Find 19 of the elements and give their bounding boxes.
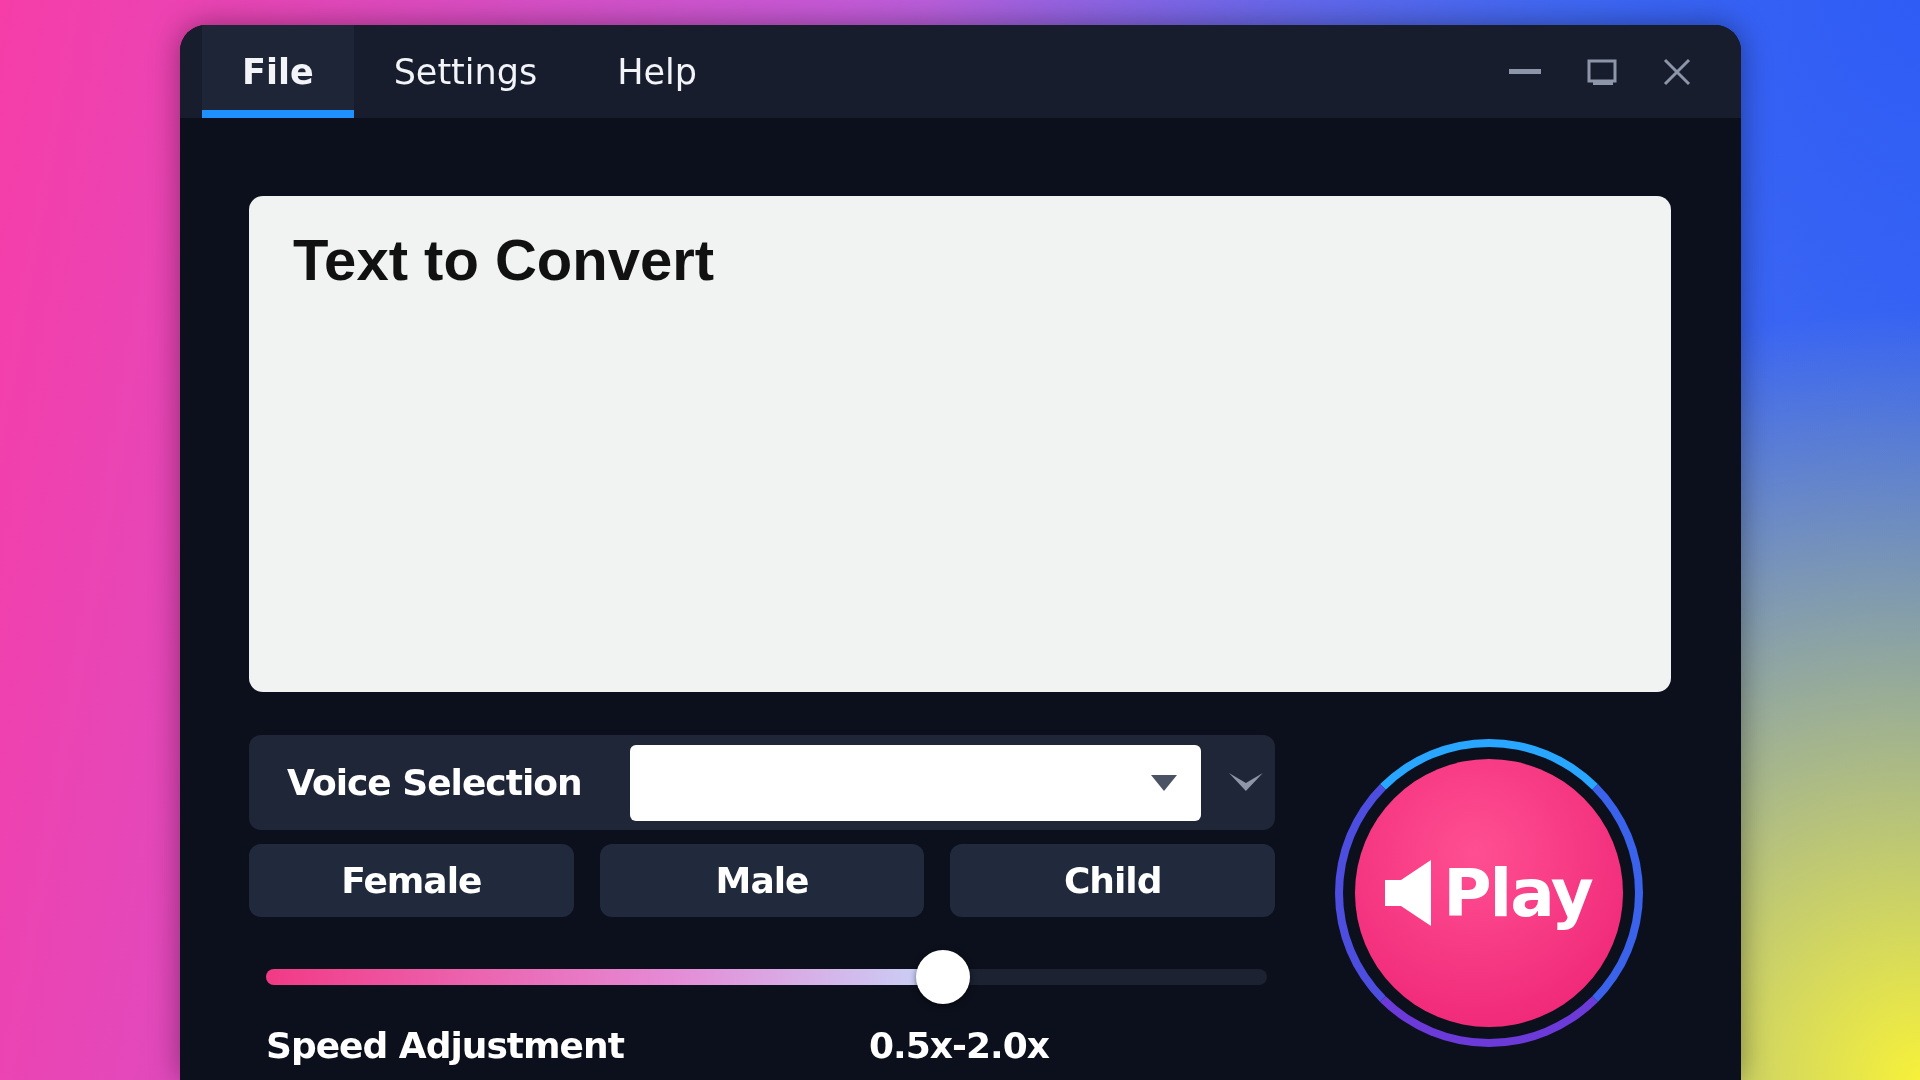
voice-dropdown[interactable]	[629, 744, 1202, 821]
maximize-icon[interactable]	[1587, 58, 1617, 85]
close-icon[interactable]	[1663, 57, 1691, 86]
caret-icon	[1151, 774, 1178, 791]
speed-range: 0.5x-2.0x	[869, 1025, 1049, 1066]
chevron-icon[interactable]	[1229, 772, 1263, 793]
voice-button[interactable]: Child	[950, 844, 1275, 917]
voice-button[interactable]: Female	[249, 844, 574, 917]
speaker-icon	[1385, 858, 1434, 928]
menu-tab[interactable]: Settings	[353, 25, 578, 118]
voice-selection-label: Voice Selection	[287, 762, 582, 803]
text-input[interactable]: Text to Convert	[249, 196, 1671, 692]
voice-button[interactable]: Male	[599, 844, 925, 917]
menu-tab[interactable]: File	[202, 25, 354, 118]
minimize-icon[interactable]	[1509, 68, 1541, 75]
menu-tab[interactable]: Help	[577, 25, 737, 118]
slider-thumb[interactable]	[915, 950, 970, 1004]
speed-label: Speed Adjustment	[266, 1025, 625, 1066]
speed-slider[interactable]	[266, 950, 1267, 1004]
